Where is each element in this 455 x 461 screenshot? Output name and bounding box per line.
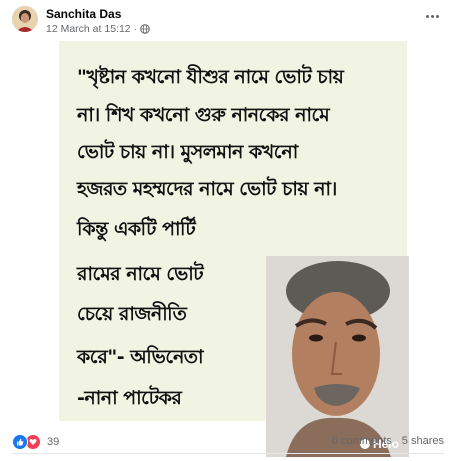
globe-icon <box>140 24 150 34</box>
quote-line: না। শিখ কখনো গুরু নানকের নামে <box>77 104 330 126</box>
avatar-image <box>12 6 38 32</box>
post-footer: 39 6 comments 5 shares <box>12 432 444 452</box>
post-image[interactable]: "খৃষ্টান কখনো যীশুর নামে ভোট চায় না। শি… <box>11 37 444 457</box>
comments-count-link[interactable]: 6 comments <box>332 435 392 447</box>
reactions-summary[interactable]: 39 <box>12 434 59 450</box>
quote-line: করে"- অভিনেতা <box>77 346 204 368</box>
quote-line: -নানা পাটেকর <box>77 387 182 409</box>
portrait-illustration <box>266 256 409 457</box>
shares-count-link[interactable]: 5 shares <box>402 435 444 447</box>
quote-line: হজরত মহম্মদের নামে ভোট চায় না। <box>77 178 337 200</box>
post-meta: 12 March at 15:12 · <box>46 23 150 35</box>
portrait-photo: Helo <box>266 256 409 457</box>
post-stats: 6 comments 5 shares <box>332 435 444 447</box>
like-icon <box>12 434 28 450</box>
quote-line: "খৃষ্টান কখনো যীশুর নামে ভোট চায় <box>77 66 344 88</box>
more-icon <box>425 14 429 18</box>
quote-line: কিন্তু একটি পার্টি <box>77 218 196 240</box>
author-name[interactable]: Sanchita Das <box>46 7 121 21</box>
footer-divider <box>12 453 444 454</box>
avatar[interactable] <box>12 6 38 32</box>
reaction-count: 39 <box>47 436 60 448</box>
facebook-post: Sanchita Das 12 March at 15:12 · "খৃষ্টা… <box>0 0 455 461</box>
post-timestamp[interactable]: 12 March at 15:12 · <box>46 23 137 35</box>
quote-line: ভোট চায় না। মুসলমান কখনো <box>77 141 298 163</box>
quote-line: রামের নামে ভোট <box>77 263 204 285</box>
post-header: Sanchita Das 12 March at 15:12 · <box>12 6 444 40</box>
quote-line: চেয়ে রাজনীতি <box>77 303 187 325</box>
more-options-button[interactable] <box>422 8 442 24</box>
